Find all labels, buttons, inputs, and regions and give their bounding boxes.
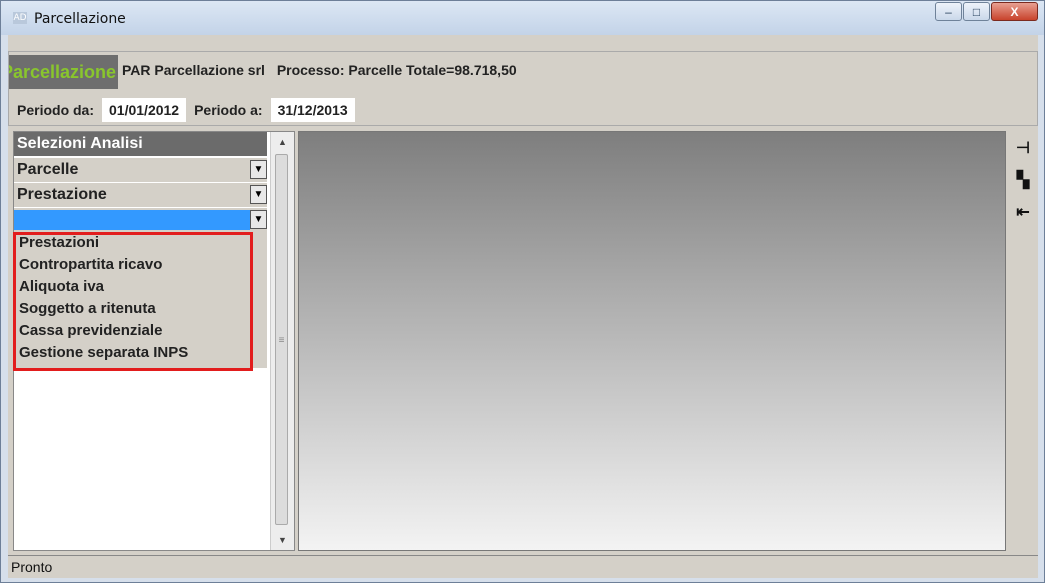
info-header: Parcellazione PAR Parcellazione srl Proc…	[8, 51, 1038, 126]
swap-icon[interactable]: ▚	[1011, 170, 1035, 192]
dropdown-value: Parcelle	[17, 161, 79, 178]
dropdown-parcelle[interactable]: Parcelle ▼	[14, 158, 267, 182]
vertical-scrollbar[interactable]: ▲ ≡ ▼	[270, 132, 294, 550]
app-window: AD Parcellazione – □ X Parcellazione PAR…	[0, 0, 1045, 583]
chevron-down-icon[interactable]: ▼	[250, 210, 267, 229]
window-title: Parcellazione	[34, 11, 126, 27]
scroll-up-icon[interactable]: ▲	[271, 132, 294, 152]
client-area: Parcellazione PAR Parcellazione srl Proc…	[8, 35, 1038, 578]
period-to-label: Periodo a:	[194, 102, 263, 118]
maximize-button[interactable]: □	[963, 2, 990, 21]
company-name: PAR Parcellazione srl	[122, 62, 265, 78]
dropdown-value: Prestazione	[17, 186, 107, 203]
logo: Parcellazione	[9, 55, 118, 89]
period-from-label: Periodo da:	[17, 102, 95, 118]
dropdown-empty[interactable]: ▼	[14, 208, 267, 232]
close-button[interactable]: X	[991, 2, 1038, 21]
collapse-left-icon[interactable]: ⇤	[1011, 202, 1035, 224]
right-toolbar: ⊣ ▚ ⇤	[1008, 131, 1038, 551]
period-to-field[interactable]: 31/12/2013	[270, 98, 355, 122]
pin-icon[interactable]: ⊣	[1011, 138, 1035, 160]
dropdown-selection	[14, 210, 250, 230]
chevron-down-icon[interactable]: ▼	[250, 185, 267, 204]
period-from-field[interactable]: 01/01/2012	[102, 98, 187, 122]
chevron-down-icon[interactable]: ▼	[250, 160, 267, 179]
process-info: Processo: Parcelle Totale=98.718,50	[276, 62, 517, 78]
header-info: PAR Parcellazione srl Processo: Parcelle…	[122, 62, 517, 78]
dropdown-prestazione[interactable]: Prestazione ▼	[14, 183, 267, 207]
content-area	[298, 131, 1006, 551]
status-bar: Pronto	[8, 555, 1038, 578]
selection-panel: Selezioni Analisi Parcelle ▼ Prestazione…	[13, 131, 295, 551]
minimize-button[interactable]: –	[935, 2, 962, 21]
period-row: Periodo da: 01/01/2012 Periodo a: 31/12/…	[17, 98, 363, 122]
app-icon: AD	[13, 12, 27, 24]
scroll-down-icon[interactable]: ▼	[271, 530, 294, 550]
highlight-box	[13, 232, 253, 371]
scroll-thumb[interactable]: ≡	[275, 154, 288, 525]
panel-title: Selezioni Analisi	[14, 132, 267, 156]
title-bar[interactable]: AD Parcellazione – □ X	[1, 1, 1044, 35]
main-area: Selezioni Analisi Parcelle ▼ Prestazione…	[8, 131, 1038, 551]
window-controls: – □ X	[934, 2, 1038, 22]
